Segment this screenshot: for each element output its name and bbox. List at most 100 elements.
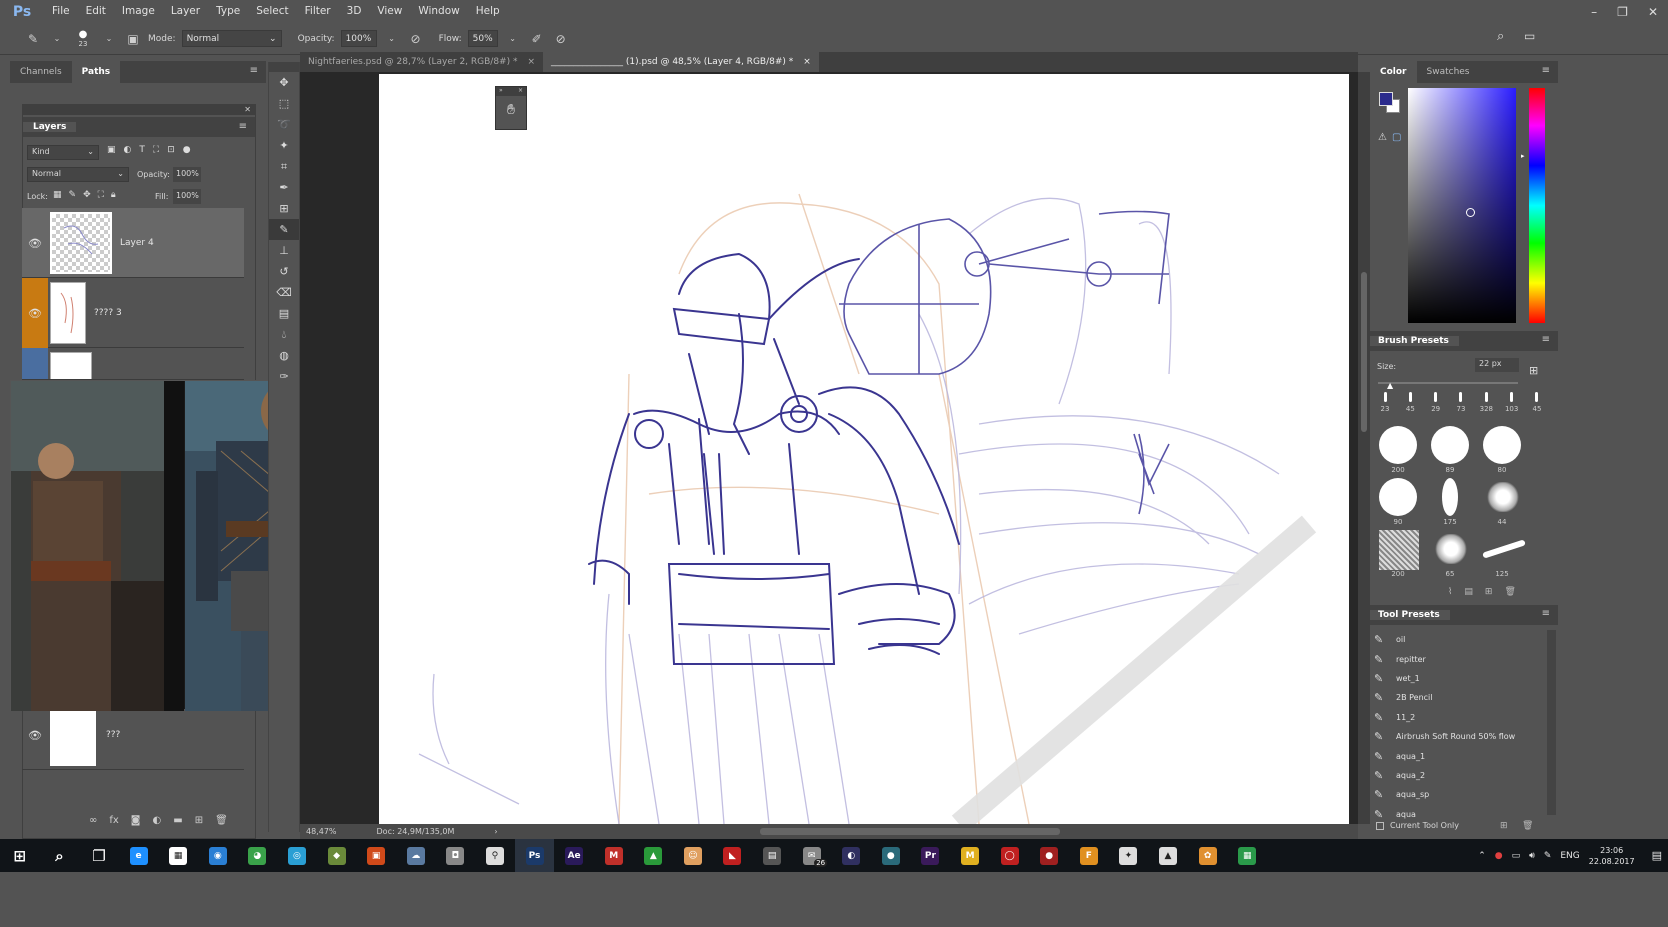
color-picker-circle[interactable] <box>1466 208 1475 217</box>
brush-picker-arrow-icon[interactable]: ⌄ <box>100 34 118 43</box>
tab-brush-presets[interactable]: Brush Presets <box>1370 336 1459 346</box>
brush-tip[interactable]: 45 <box>1526 392 1548 420</box>
layer-row-layer-4[interactable]: 👁︎ Layer 4 <box>22 208 244 278</box>
minimize-button[interactable]: – <box>1591 5 1597 19</box>
flow-dropdown-icon[interactable]: ⌄ <box>504 34 522 43</box>
brush-size-slider-thumb-icon[interactable]: ▲ <box>1387 381 1393 390</box>
menu-select[interactable]: Select <box>248 0 296 23</box>
menu-image[interactable]: Image <box>114 0 163 23</box>
menu-layer[interactable]: Layer <box>163 0 208 23</box>
filter-toggle-icon[interactable]: ● <box>183 145 191 155</box>
pressure-size-icon[interactable]: ⊘ <box>552 32 570 46</box>
crop-tool-icon[interactable]: ⌗ <box>269 156 299 177</box>
taskbar-app-f[interactable]: F <box>1069 839 1109 872</box>
menu-view[interactable]: View <box>369 0 410 23</box>
taskbar-app-orange[interactable]: ▣ <box>356 839 396 872</box>
tab-paths[interactable]: Paths <box>71 61 121 83</box>
tool-presets-scrollbar[interactable] <box>1547 630 1556 815</box>
tab-swatches[interactable]: Swatches <box>1417 61 1480 83</box>
layer-row-blue[interactable] <box>22 348 244 380</box>
color-field[interactable] <box>1408 88 1516 323</box>
current-tool-only[interactable]: Current Tool Only <box>1376 821 1459 830</box>
current-tool-only-checkbox[interactable] <box>1376 821 1384 830</box>
patch-tool-icon[interactable]: ⊞ <box>269 198 299 219</box>
menu-help[interactable]: Help <box>468 0 508 23</box>
brush-preset-circle[interactable]: 200 <box>1374 424 1424 476</box>
pen-tool-icon[interactable]: ✑ <box>269 366 299 387</box>
foreground-color-front[interactable] <box>1379 92 1393 106</box>
new-brush-icon[interactable]: ⊞ <box>1485 587 1493 597</box>
vertical-scrollbar[interactable] <box>1358 72 1370 824</box>
brush-tip[interactable]: 73 <box>1450 392 1472 420</box>
smart-object-filter-icon[interactable]: ⊡ <box>167 145 175 155</box>
eye-icon[interactable]: 👁︎ <box>22 278 48 348</box>
canvas[interactable] <box>379 74 1349 824</box>
move-tool-icon[interactable]: ✥ <box>269 72 299 93</box>
notifications-icon[interactable]: ▤ <box>1652 849 1662 862</box>
brush-size-slider[interactable] <box>1378 382 1518 384</box>
taskbar-app-redcircle[interactable]: ◯ <box>990 839 1030 872</box>
tab-color[interactable]: Color <box>1370 61 1417 83</box>
brush-preset-circle[interactable]: 80 <box>1478 424 1528 476</box>
fill-input[interactable]: 100% <box>173 189 201 204</box>
brush-tip[interactable]: 328 <box>1475 392 1497 420</box>
tab-tool-presets[interactable]: Tool Presets <box>1370 610 1450 620</box>
lock-position-icon[interactable]: ✥ <box>83 190 91 200</box>
hand-tool-icon[interactable]: ✋︎ <box>496 102 526 118</box>
stamp-tool-icon[interactable]: ⊥ <box>269 240 299 261</box>
dodge-tool-icon[interactable]: ◍ <box>269 345 299 366</box>
adjustment-filter-icon[interactable]: ◐ <box>124 145 132 155</box>
network-icon[interactable]: ▭ <box>1512 851 1521 861</box>
blur-tool-icon[interactable]: 💧︎ <box>269 324 299 345</box>
brush-preset-circle[interactable]: 89 <box>1426 424 1476 476</box>
taskbar-app-green[interactable]: ◆ <box>317 839 357 872</box>
lock-artboard-icon[interactable]: ⛶ <box>98 190 104 200</box>
adjustment-layer-icon[interactable]: ◐ <box>153 815 162 826</box>
close-button[interactable]: ✕ <box>1648 5 1658 19</box>
new-tool-preset-icon[interactable]: ⊞ <box>1500 821 1508 831</box>
eraser-tool-icon[interactable]: ⌫ <box>269 282 299 303</box>
tool-preset-item[interactable]: ✎ aqua_2 <box>1374 766 1546 786</box>
taskbar-store[interactable]: ▦ <box>158 839 198 872</box>
taskbar-app-landscape[interactable]: ▲ <box>1148 839 1188 872</box>
eye-icon[interactable]: 👁︎ <box>22 208 48 278</box>
brush-tip[interactable]: 45 <box>1399 392 1421 420</box>
pixel-filter-icon[interactable]: ▣ <box>107 145 116 155</box>
brush-tool-icon[interactable]: ✎ <box>24 32 42 46</box>
type-filter-icon[interactable]: T <box>139 145 145 155</box>
expand-icon[interactable]: » <box>499 87 503 96</box>
taskbar-app-blue[interactable]: ◉ <box>198 839 238 872</box>
eyedropper-tool-icon[interactable]: ✒ <box>269 177 299 198</box>
language-indicator[interactable]: ENG <box>1560 851 1579 861</box>
delete-brush-icon[interactable]: 🗑︎ <box>1504 587 1515 597</box>
chevron-right-icon[interactable]: › <box>494 827 497 836</box>
fx-icon[interactable]: fx <box>109 815 118 826</box>
lock-transparent-icon[interactable]: ▦ <box>53 190 62 200</box>
brush-size-input[interactable]: 22 px <box>1475 358 1519 372</box>
blend-mode-select[interactable]: Normal ⌄ <box>27 167 129 182</box>
lasso-tool-icon[interactable]: ➰ <box>269 114 299 135</box>
tab-layers[interactable]: Layers <box>23 122 77 132</box>
color-menu-icon[interactable]: ≡ <box>1542 65 1550 76</box>
taskbar-search[interactable]: ⌕ <box>40 839 80 872</box>
zoom-level[interactable]: 48,47% <box>306 827 337 836</box>
brush-preset-splatter[interactable]: 65 <box>1426 528 1476 580</box>
warning-icon[interactable]: ⚠ <box>1378 132 1387 143</box>
collapse-icon[interactable]: ✕ <box>244 105 251 114</box>
brush-presets-menu-icon[interactable]: ≡ <box>1542 334 1550 345</box>
taskbar-start[interactable]: ⊞ <box>0 839 40 872</box>
gradient-tool-icon[interactable]: ▤ <box>269 303 299 324</box>
taskbar-app-figure[interactable]: ✦ <box>1109 839 1149 872</box>
tool-preset-item[interactable]: ✎ oil <box>1374 630 1546 650</box>
brush-preset-circle[interactable]: 90 <box>1374 476 1424 528</box>
taskbar-app-camera[interactable]: ◘ <box>436 839 476 872</box>
new-preset-icon[interactable]: ⊞ <box>1529 364 1538 377</box>
opacity-input[interactable]: 100% <box>340 30 377 47</box>
chevron-up-icon[interactable]: ⌃ <box>1478 851 1486 861</box>
hue-slider-arrow-icon[interactable]: ▸ <box>1521 152 1525 160</box>
tool-preset-item[interactable]: ✎ aqua_sp <box>1374 785 1546 805</box>
doc-tab-nightfaeries[interactable]: Nightfaeries.psd @ 28,7% (Layer 2, RGB/8… <box>300 52 543 72</box>
delete-layer-icon[interactable]: 🗑︎ <box>215 815 228 826</box>
dropdown-arrow-icon[interactable]: ⌄ <box>48 34 66 43</box>
magic-wand-tool-icon[interactable]: ✦ <box>269 135 299 156</box>
